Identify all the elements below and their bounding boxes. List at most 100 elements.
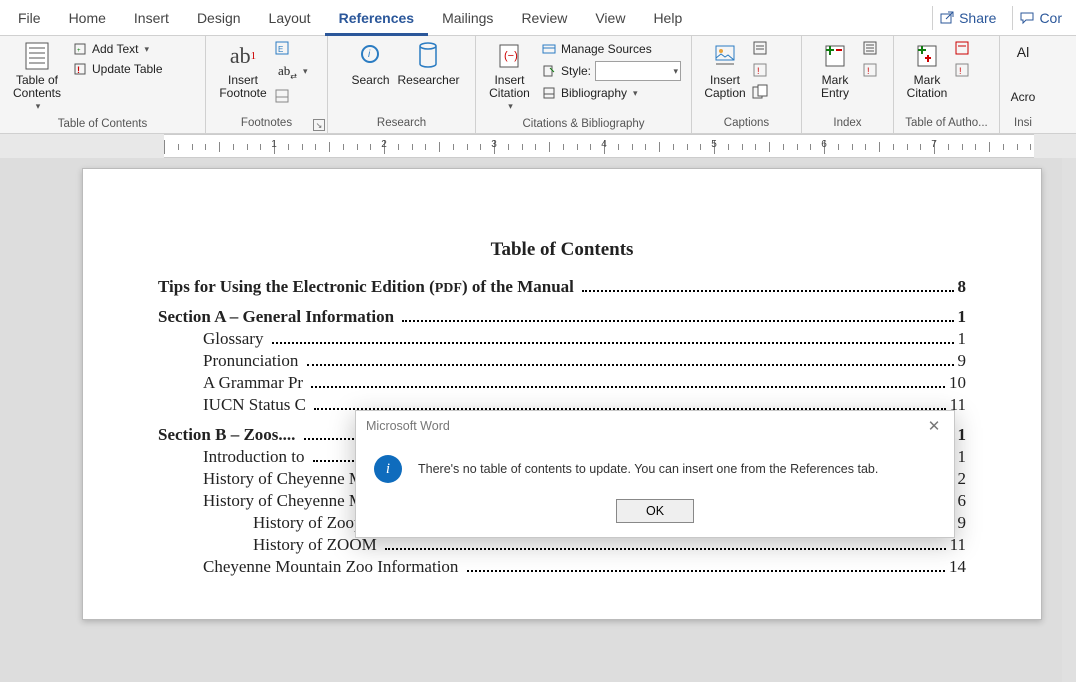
dialog-close-button[interactable]: ✕ [924,417,944,435]
tab-help[interactable]: Help [639,0,696,36]
group-label-index: Index [802,115,893,133]
mark-citation-label: Mark Citation [907,74,948,100]
insert-caption-button[interactable]: Insert Caption [698,38,752,102]
update-table-label: Update Table [92,62,163,76]
chevron-down-icon: ▾ [508,102,513,112]
acronyms-label: Acro [1011,60,1036,104]
dialog-title-text: Microsoft Word [366,419,450,433]
group-label-footnotes: Footnotes [206,115,327,133]
dialog-message: There's no table of contents to update. … [418,462,878,476]
svg-text:(−): (−) [504,50,518,62]
svg-text:i: i [368,49,371,60]
dialog-ok-button[interactable]: OK [616,499,694,523]
insert-citation-label: Insert Citation [489,74,530,100]
update-index-icon[interactable]: ! [862,62,878,78]
insert-toa-icon[interactable] [954,40,970,56]
researcher-label: Researcher [397,74,459,87]
group-footnotes: ab1 Insert Footnote E ab⇄ ▾ Footnotes ↘ [206,36,328,133]
add-text-label: Add Text [92,42,138,56]
manage-sources-icon [541,41,557,57]
style-icon [541,63,557,79]
group-label-captions: Captions [692,115,801,133]
tab-insert[interactable]: Insert [120,0,183,36]
researcher-icon [416,40,442,72]
group-table-of-contents: Table of Contents ▾ + Add Text ▾ ! Updat… [0,36,206,133]
chevron-down-icon: ▾ [633,88,638,99]
mark-citation-icon [915,40,939,72]
toc-entry: A Grammar Pr 10 [158,373,966,393]
researcher-button[interactable]: Researcher [398,38,460,89]
toc-entry: History of ZOOM 11 [158,535,966,555]
add-text-button[interactable]: + Add Text ▾ [68,40,167,58]
cross-reference-icon[interactable] [752,84,768,100]
search-button[interactable]: i Search [344,38,398,89]
acronyms-icon-label: Al [1017,38,1029,60]
group-label-citations: Citations & Bibliography [476,116,691,133]
tab-review[interactable]: Review [507,0,581,36]
horizontal-ruler[interactable]: 1234567 [164,134,1034,158]
next-footnote-button[interactable]: ab⇄ ▾ [274,62,312,82]
add-text-icon: + [72,41,88,57]
group-index: Mark Entry ! Index [802,36,894,133]
insert-index-icon[interactable] [862,40,878,56]
tab-references[interactable]: References [325,0,429,36]
comments-button[interactable]: Cor [1012,6,1068,30]
update-tof-icon[interactable]: ! [752,62,768,78]
doc-title: Table of Contents [158,239,966,261]
comment-icon [1019,10,1035,26]
manage-sources-button[interactable]: Manage Sources [537,40,685,58]
style-combo[interactable]: ▾ [595,61,681,81]
toc-entry: Tips for Using the Electronic Edition (P… [158,277,966,297]
mark-entry-icon [823,40,847,72]
group-research: i Search Researcher Research [328,36,476,133]
group-label-research: Research [328,115,475,133]
tab-file[interactable]: File [4,0,55,36]
search-icon: i [358,40,384,72]
share-button[interactable]: Share [932,6,1002,30]
toc-entry: Cheyenne Mountain Zoo Information 14 [158,557,966,577]
style-dropdown[interactable]: Style: ▾ [537,60,685,82]
bibliography-icon [541,85,557,101]
share-label: Share [959,10,996,26]
toc-icon [23,40,51,72]
show-notes-icon[interactable] [274,88,290,104]
search-label: Search [351,74,389,87]
insert-endnote-icon[interactable]: E [274,40,290,56]
svg-text:!: ! [867,66,870,76]
update-toa-icon[interactable]: ! [954,62,970,78]
tab-mailings[interactable]: Mailings [428,0,507,36]
mark-entry-button[interactable]: Mark Entry [808,38,862,102]
group-label-authorities: Table of Autho... [894,115,999,133]
update-table-button[interactable]: ! Update Table [68,60,167,78]
tab-design[interactable]: Design [183,0,255,36]
insert-table-figures-icon[interactable] [752,40,768,56]
share-icon [939,10,955,26]
chevron-down-icon: ▾ [144,44,149,55]
group-label-toc: Table of Contents [0,116,205,133]
svg-text:!: ! [757,66,760,76]
table-of-contents-button[interactable]: Table of Contents ▾ [6,38,68,114]
mark-entry-label: Mark Entry [821,74,849,100]
manage-sources-label: Manage Sources [561,42,652,56]
insert-footnote-label: Insert Footnote [219,74,266,100]
toc-entry: Glossary 1 [158,329,966,349]
chevron-down-icon: ▾ [36,102,41,112]
footnotes-dialog-launcher[interactable]: ↘ [313,119,325,131]
insert-citation-button[interactable]: (−) Insert Citation ▾ [482,38,537,114]
group-authorities: Mark Citation ! Table of Autho... [894,36,1000,133]
tab-view[interactable]: View [581,0,639,36]
svg-text:E: E [278,45,283,54]
insert-footnote-button[interactable]: ab1 Insert Footnote [212,38,274,102]
bibliography-label: Bibliography [561,86,627,100]
toc-button-label: Table of Contents [13,74,61,100]
message-dialog: Microsoft Word ✕ i There's no table of c… [355,410,955,538]
style-label: Style: [561,64,591,78]
tab-layout[interactable]: Layout [255,0,325,36]
chevron-down-icon: ▾ [303,66,308,77]
document-page[interactable]: Table of Contents Tips for Using the Ele… [82,168,1042,620]
ribbon: Table of Contents ▾ + Add Text ▾ ! Updat… [0,36,1076,134]
bibliography-button[interactable]: Bibliography ▾ [537,84,685,102]
tab-home[interactable]: Home [55,0,120,36]
mark-citation-button[interactable]: Mark Citation [900,38,954,102]
vertical-scrollbar[interactable] [1062,158,1076,682]
